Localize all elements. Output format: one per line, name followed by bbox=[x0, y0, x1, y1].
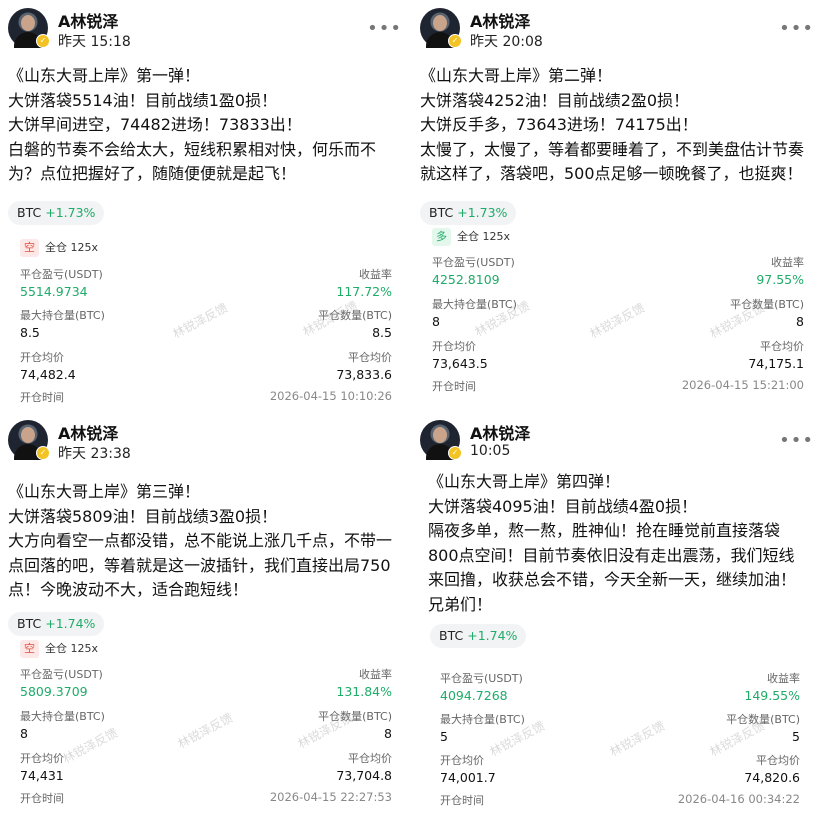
roi-value: 97.55% bbox=[756, 272, 804, 287]
close-price-label: 平仓均价 bbox=[756, 754, 800, 767]
ticker-tag[interactable]: BTC +1.74% bbox=[430, 624, 527, 648]
username[interactable]: A林锐泽 bbox=[470, 8, 530, 32]
ticker-change: +1.73% bbox=[457, 205, 508, 220]
post-header: ✓ A林锐泽 昨天 23:38 bbox=[8, 418, 404, 462]
more-options-icon[interactable]: ••• bbox=[779, 18, 814, 39]
ticker-tag[interactable]: BTC +1.73% bbox=[8, 201, 105, 225]
post-card: ✓ A林锐泽 昨天 15:18 ••• 《山东大哥上岸》第一弹！ 大饼落袋551… bbox=[0, 0, 412, 412]
close-time-value: 2026-04-15 22:27:53 bbox=[269, 790, 392, 804]
time-row: 开仓时间 2026-04-15 10:10:26 bbox=[20, 389, 392, 405]
more-options-icon[interactable]: ••• bbox=[779, 430, 814, 451]
position-badges: 多全仓 125x bbox=[432, 228, 510, 246]
username[interactable]: A林锐泽 bbox=[470, 420, 530, 444]
post-line: 《山东大哥上岸》第一弹！ bbox=[8, 66, 201, 85]
close-time-value: 2026-04-15 10:10:26 bbox=[269, 389, 392, 403]
roi-label: 收益率 bbox=[359, 668, 392, 681]
post-time: 10:05 bbox=[470, 443, 511, 459]
post-body: 《山东大哥上岸》第一弹！ 大饼落袋5514油！目前战绩1盈0损！ 大饼早间进空，… bbox=[8, 64, 404, 187]
post-time: 昨天 15:18 bbox=[58, 34, 131, 50]
post-time: 昨天 23:38 bbox=[58, 446, 131, 462]
post-line: 大饼落袋5809油！目前战绩3盈0损！ bbox=[8, 506, 278, 526]
more-options-icon[interactable]: ••• bbox=[367, 18, 402, 39]
pnl-row: 平仓盈亏(USDT) 4094.7268 收益率 149.55% bbox=[440, 670, 800, 703]
username[interactable]: A林锐泽 bbox=[58, 420, 118, 444]
close-time-value: 2026-04-15 15:21:00 bbox=[681, 378, 804, 392]
roi-label: 收益率 bbox=[359, 268, 392, 281]
verified-icon: ✓ bbox=[448, 446, 462, 460]
post-line: 大饼落袋4095油！目前战绩4盈0损！ bbox=[428, 496, 698, 516]
verified-icon: ✓ bbox=[36, 446, 50, 460]
leverage-label: 全仓 125x bbox=[457, 230, 511, 243]
post-header: ✓ A林锐泽 10:05 ••• bbox=[420, 418, 816, 462]
post-header: ✓ A林锐泽 昨天 20:08 ••• bbox=[420, 6, 816, 50]
pnl-label: 平仓盈亏(USDT) bbox=[432, 256, 515, 269]
username[interactable]: A林锐泽 bbox=[58, 8, 118, 32]
ticker-change: +1.74% bbox=[45, 616, 96, 631]
close-price-value: 73,704.8 bbox=[336, 768, 392, 783]
ticker-change: +1.74% bbox=[467, 628, 518, 643]
post-line: 《山东大哥上岸》第四弹！ bbox=[428, 472, 621, 491]
post-body: 《山东大哥上岸》第三弹！ 大饼落袋5809油！目前战绩3盈0损！ 大方向看空一点… bbox=[8, 480, 404, 603]
post-line: 隔夜多单，熬一熬，胜神仙！抢在睡觉前直接落袋800点空间！目前节奏依旧没有走出震… bbox=[428, 521, 797, 614]
time-row: 开仓时间 2026-04-15 15:21:00 bbox=[432, 378, 804, 394]
post-line: 大方向看空一点都没错，总不能说上涨几千点，不带一点回落的吧，等着就是这一波插针，… bbox=[8, 531, 393, 599]
close-price-value: 74,175.1 bbox=[748, 356, 804, 371]
close-price-label: 平仓均价 bbox=[348, 351, 392, 364]
pnl-row: 平仓盈亏(USDT) 5514.9734 收益率 117.72% bbox=[20, 266, 392, 299]
close-price-value: 73,833.6 bbox=[336, 367, 392, 382]
roi-value: 149.55% bbox=[744, 688, 800, 703]
pnl-value: 4252.8109 bbox=[432, 272, 500, 287]
post-card: ✓ A林锐泽 10:05 ••• 《山东大哥上岸》第四弹！ 大饼落袋4095油！… bbox=[412, 412, 824, 824]
price-row: 开仓均价 74,482.4 平仓均价 73,833.6 bbox=[20, 349, 392, 382]
position-badges: 空全仓 125x bbox=[20, 239, 98, 257]
post-line: 大饼落袋4252油！目前战绩2盈0损！ bbox=[420, 90, 690, 110]
verified-icon: ✓ bbox=[36, 34, 50, 48]
post-line: 《山东大哥上岸》第三弹！ bbox=[8, 482, 201, 501]
roi-label: 收益率 bbox=[771, 256, 804, 269]
roi-label: 收益率 bbox=[767, 672, 800, 685]
post-body: 《山东大哥上岸》第二弹！ 大饼落袋4252油！目前战绩2盈0损！ 大饼反手多，7… bbox=[420, 64, 816, 187]
ticker-tag[interactable]: BTC +1.74% bbox=[8, 612, 105, 636]
post-line: 大饼早间进空，74482进场！73833出！ bbox=[8, 115, 302, 134]
pnl-row: 平仓盈亏(USDT) 5809.3709 收益率 131.84% bbox=[20, 666, 392, 699]
ticker-symbol: BTC bbox=[17, 616, 42, 631]
post-card: ✓ A林锐泽 昨天 20:08 ••• 《山东大哥上岸》第二弹！ 大饼落袋425… bbox=[412, 0, 824, 412]
post-line: 大饼反手多，73643进场！74175出！ bbox=[420, 115, 698, 134]
ticker-tag[interactable]: BTC +1.73% bbox=[420, 201, 517, 225]
position-badges: 空全仓 125x bbox=[20, 640, 98, 658]
verified-icon: ✓ bbox=[448, 34, 462, 48]
post-line: 太慢了，太慢了，等着都要睡着了，不到美盘估计节奏就这样了，落袋吧，500点足够一… bbox=[420, 139, 805, 184]
roi-value: 131.84% bbox=[336, 684, 392, 699]
leverage-label: 全仓 125x bbox=[45, 241, 99, 254]
time-row: 开仓时间 2026-04-16 00:34:22 bbox=[440, 792, 800, 808]
post-header: ✓ A林锐泽 昨天 15:18 ••• bbox=[8, 6, 404, 50]
ticker-change: +1.73% bbox=[45, 205, 96, 220]
close-price-label: 平仓均价 bbox=[348, 752, 392, 765]
time-row: 开仓时间 2026-04-15 22:27:53 bbox=[20, 790, 392, 806]
close-price-label: 平仓均价 bbox=[760, 340, 804, 353]
ticker-symbol: BTC bbox=[439, 628, 464, 643]
pnl-row: 平仓盈亏(USDT) 4252.8109 收益率 97.55% bbox=[432, 254, 804, 287]
post-line: 白磐的节奏不会给太大，短线积累相对快，何乐而不为？点位把握好了，随随便便就是起飞… bbox=[8, 139, 377, 184]
leverage-label: 全仓 125x bbox=[45, 642, 99, 655]
post-line: 大饼落袋5514油！目前战绩1盈0损！ bbox=[8, 90, 278, 110]
side-badge: 空 bbox=[20, 640, 39, 658]
close-price-value: 74,820.6 bbox=[744, 770, 800, 785]
post-body: 《山东大哥上岸》第四弹！ 大饼落袋4095油！目前战绩4盈0损！ 隔夜多单，熬一… bbox=[428, 470, 808, 617]
ticker-symbol: BTC bbox=[429, 205, 454, 220]
side-badge: 多 bbox=[432, 228, 451, 246]
ticker-symbol: BTC bbox=[17, 205, 42, 220]
price-row: 开仓均价 73,643.5 平仓均价 74,175.1 bbox=[432, 338, 804, 371]
post-line: 《山东大哥上岸》第二弹！ bbox=[420, 66, 613, 85]
side-badge: 空 bbox=[20, 239, 39, 257]
close-time-value: 2026-04-16 00:34:22 bbox=[677, 792, 800, 806]
post-card: ✓ A林锐泽 昨天 23:38 《山东大哥上岸》第三弹！ 大饼落袋5809油！目… bbox=[0, 412, 412, 824]
post-time: 昨天 20:08 bbox=[470, 34, 543, 50]
roi-value: 117.72% bbox=[336, 284, 392, 299]
